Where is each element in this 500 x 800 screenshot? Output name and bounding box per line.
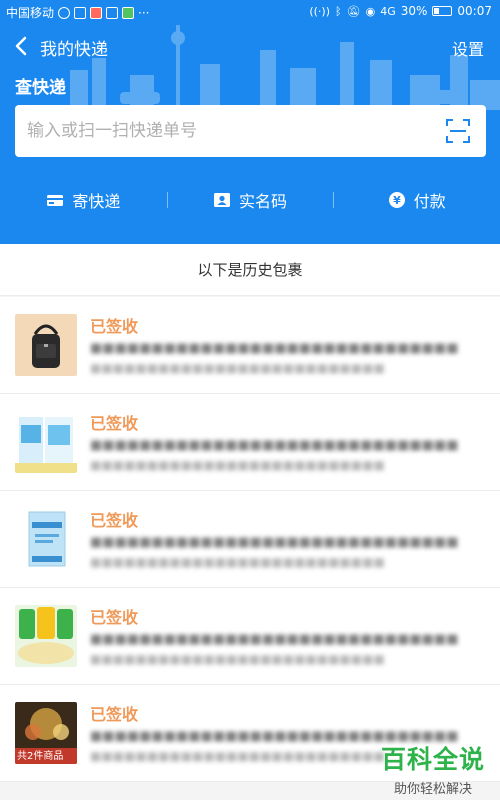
app-notification-icon	[74, 6, 87, 19]
package-detail: ■■■■■■■■■■■■■■■■■■■■■■■■■■	[90, 555, 385, 569]
battery-percent: 30%	[400, 4, 428, 18]
package-status: 已签收	[90, 608, 139, 627]
app-notification-icon	[122, 6, 135, 19]
package-status: 已签收	[90, 414, 139, 433]
watermark-title: 百科全说	[380, 745, 485, 774]
package-description: ■■■■■■■■■■■■■■■■■■■■■■■■■■■■■■	[90, 632, 459, 647]
real-name-code-label: 实名码	[239, 192, 288, 211]
header-panel: 中国移动 ··· ((·)) ᛒ 🔕︎ ◉ 4G 30% 00:07 我的快递 …	[0, 0, 500, 244]
quick-actions: 寄快递 实名码 ¥ 付款	[0, 182, 500, 218]
clock: 00:07	[457, 4, 492, 18]
package-detail: ■■■■■■■■■■■■■■■■■■■■■■■■■■	[90, 652, 385, 666]
package-description: ■■■■■■■■■■■■■■■■■■■■■■■■■■■■■■	[90, 341, 459, 356]
tissue-pack-thumbnail	[15, 411, 77, 473]
app-notification-icon	[106, 6, 119, 19]
item-count-label: 共2件商品	[17, 751, 64, 762]
send-express-label: 寄快递	[72, 192, 121, 211]
nav-bar: 我的快递 设置	[0, 30, 500, 62]
history-header-label: 以下是历史包裹	[197, 261, 303, 279]
package-detail: ■■■■■■■■■■■■■■■■■■■■■■■■■■	[90, 458, 385, 472]
id-card-icon	[214, 193, 230, 207]
package-item[interactable]: 已签收 ■■■■■■■■■■■■■■■■■■■■■■■■■■■■■■ ■■■■■…	[0, 394, 500, 491]
package-status: 已签收	[90, 705, 139, 724]
book-thumbnail	[15, 508, 77, 570]
package-item[interactable]: 已签收 ■■■■■■■■■■■■■■■■■■■■■■■■■■■■■■ ■■■■■…	[0, 297, 500, 394]
status-bar: 中国移动 ··· ((·)) ᛒ 🔕︎ ◉ 4G 30% 00:07	[0, 0, 500, 24]
settings-button[interactable]: 设置	[452, 36, 484, 60]
hotspot-icon: ((·))	[309, 4, 331, 18]
tracking-number-input[interactable]	[27, 105, 437, 157]
fireworks-thumbnail: 共2件商品	[15, 702, 77, 764]
carrier-label: 中国移动	[6, 6, 55, 20]
package-description: ■■■■■■■■■■■■■■■■■■■■■■■■■■■■■■	[90, 438, 459, 453]
payment-label: 付款	[413, 192, 446, 211]
send-express-button[interactable]: 寄快递	[0, 182, 167, 218]
chevron-left-icon[interactable]	[12, 34, 32, 58]
history-header: 以下是历史包裹	[0, 244, 500, 296]
package-item[interactable]: 已签收 ■■■■■■■■■■■■■■■■■■■■■■■■■■■■■■ ■■■■■…	[0, 491, 500, 588]
svg-text:¥: ¥	[393, 194, 401, 207]
real-name-code-button[interactable]: 实名码	[166, 182, 334, 218]
payment-button[interactable]: ¥ 付款	[333, 182, 500, 218]
package-description: ■■■■■■■■■■■■■■■■■■■■■■■■■■■■■■	[90, 535, 459, 550]
package-detail: ■■■■■■■■■■■■■■■■■■■■■■■■■■	[90, 361, 385, 375]
package-status: 已签收	[90, 511, 139, 530]
search-box	[15, 105, 486, 157]
bluetooth-icon: ᛒ	[335, 4, 342, 18]
package-card-icon	[47, 195, 64, 206]
package-item[interactable]: 已签收 ■■■■■■■■■■■■■■■■■■■■■■■■■■■■■■ ■■■■■…	[0, 588, 500, 685]
app-notification-icon	[90, 6, 103, 19]
backpack-thumbnail	[15, 314, 77, 376]
package-list: 已签收 ■■■■■■■■■■■■■■■■■■■■■■■■■■■■■■ ■■■■■…	[0, 297, 500, 782]
scan-icon[interactable]	[446, 119, 470, 143]
signal-icon: 4G	[380, 4, 396, 18]
eye-icon: ◉	[365, 4, 376, 18]
watermark-subtitle: 助你轻松解决	[393, 782, 472, 797]
snack-bags-thumbnail	[15, 605, 77, 667]
watermark-logo: 百科全说 助你轻松解决	[378, 740, 488, 797]
battery-icon	[432, 6, 453, 16]
yen-coin-icon: ¥	[388, 192, 405, 208]
mute-icon: 🔕︎	[346, 4, 361, 18]
package-status: 已签收	[90, 317, 139, 336]
more-notifications-icon: ···	[138, 5, 150, 20]
notification-icon	[58, 6, 71, 19]
query-section-title: 查快递	[15, 78, 66, 98]
page-title: 我的快递	[40, 40, 108, 60]
